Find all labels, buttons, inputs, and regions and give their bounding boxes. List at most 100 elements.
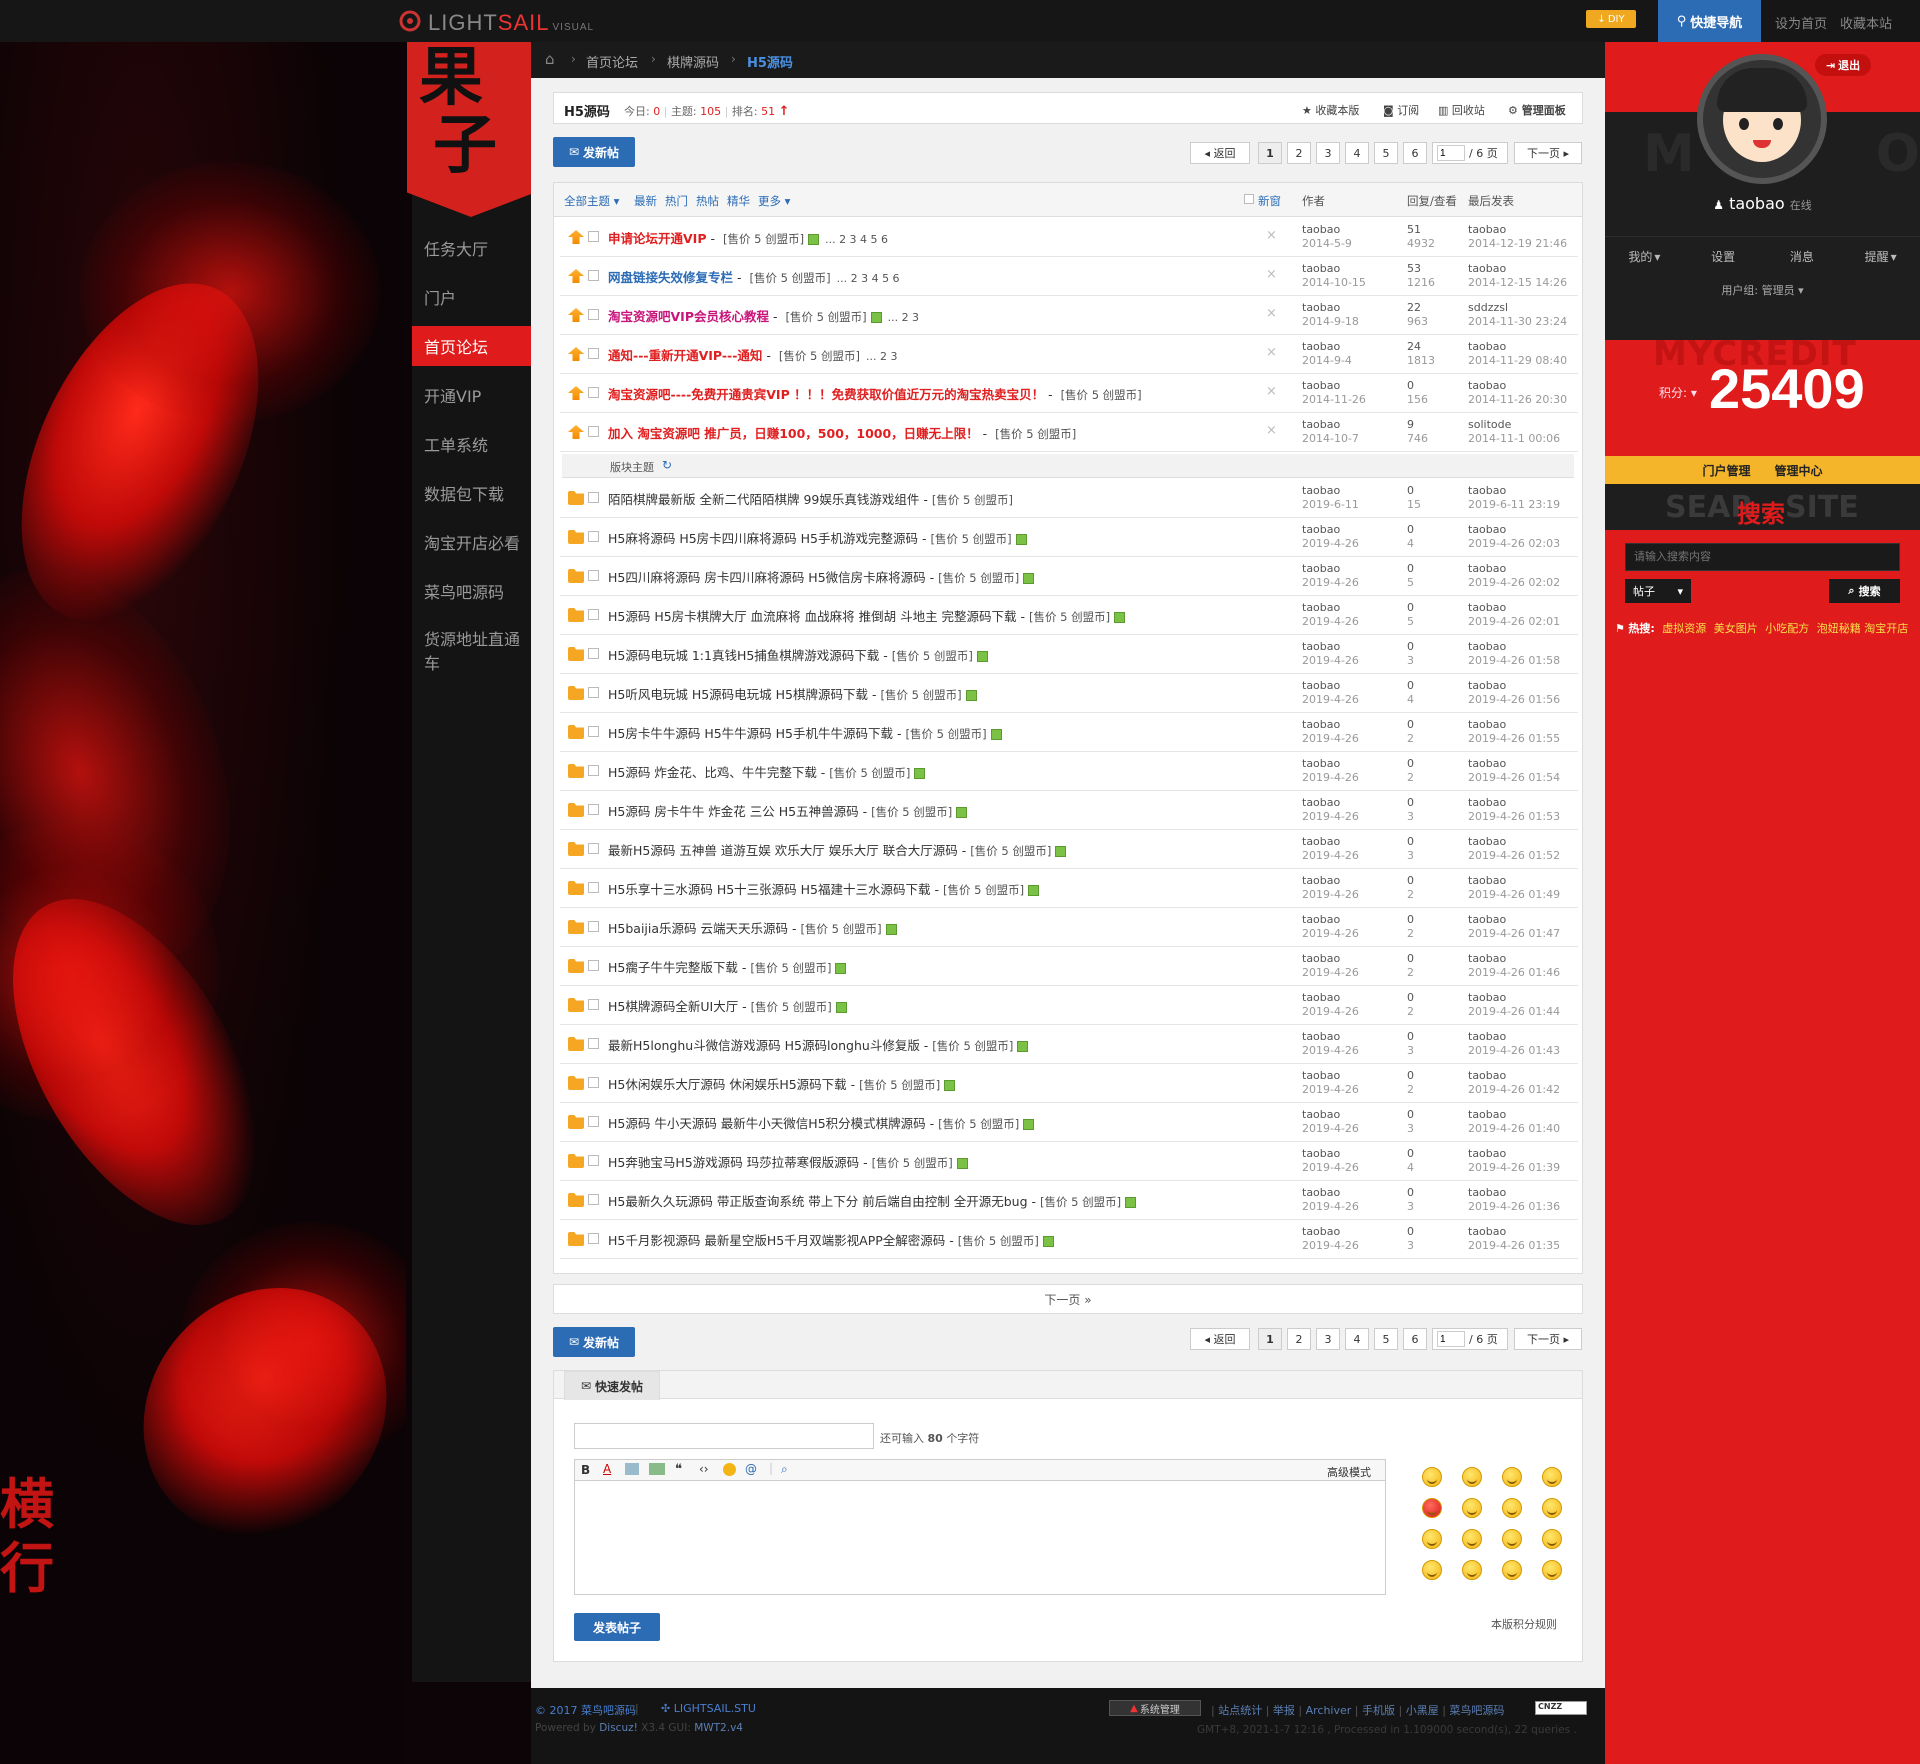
new-post-button[interactable]: ✉ 发新帖 — [553, 137, 635, 167]
thread-title-link[interactable]: H5休闲娱乐大厅源码 休闲娱乐H5源码下载 — [608, 1077, 847, 1092]
author-name[interactable]: taobao — [1302, 679, 1359, 693]
author-name[interactable]: taobao — [1302, 913, 1359, 927]
table-row[interactable]: 通知---重新开通VIP---通知 - [售价 5 创盟币]... 2 3 × ta… — [560, 335, 1578, 374]
last-post-user[interactable]: taobao — [1468, 262, 1567, 276]
last-post-time[interactable]: 2019-4-26 01:46 — [1468, 966, 1560, 980]
footer-brand[interactable]: ✣ LIGHTSAIL.STU — [661, 1702, 756, 1715]
author-name[interactable]: taobao — [1302, 952, 1359, 966]
table-row[interactable]: 最新H5longhu斗微信游戏源码 H5源码longhu斗修复版 - [售价 5… — [560, 1025, 1578, 1064]
search-button[interactable]: ⌕ 搜索 — [1829, 579, 1900, 603]
emoji-sad-icon[interactable] — [1462, 1467, 1482, 1487]
footer-archiver-link[interactable]: Archiver — [1306, 1704, 1352, 1717]
emoji-happy-icon[interactable] — [1502, 1498, 1522, 1518]
last-post-time[interactable]: 2019-4-26 01:44 — [1468, 1005, 1560, 1019]
hot-search-link[interactable]: 泡妞秘籍 — [1817, 622, 1861, 635]
last-post-time[interactable]: 2014-12-15 14:26 — [1468, 276, 1567, 290]
sidebar-item-taobao[interactable]: 淘宝开店必看 — [412, 522, 531, 562]
last-post-user[interactable]: taobao — [1468, 679, 1560, 693]
pager-page-2[interactable]: 2 — [1287, 142, 1311, 164]
last-post-user[interactable]: taobao — [1468, 484, 1560, 498]
thread-title-link[interactable]: 淘宝资源吧----免费开通贵宾VIP ！！！免费获取价值近万元的淘宝热卖宝贝！ — [608, 387, 1044, 402]
table-row[interactable]: H5源码 牛小天源码 最新牛小天微信H5积分模式棋牌源码 - [售价 5 创盟币… — [560, 1103, 1578, 1142]
thread-title-link[interactable]: 陌陌棋牌最新版 全新二代陌陌棋牌 99娱乐真钱游戏组件 — [608, 492, 919, 507]
close-icon[interactable]: × — [1266, 384, 1277, 399]
last-post-user[interactable]: taobao — [1468, 757, 1560, 771]
author-name[interactable]: taobao — [1302, 640, 1359, 654]
last-post-user[interactable]: taobao — [1468, 562, 1560, 576]
user-name[interactable]: taobao — [1729, 194, 1785, 213]
last-post-time[interactable]: 2019-4-26 02:02 — [1468, 576, 1560, 590]
row-checkbox[interactable] — [588, 1194, 599, 1205]
table-row[interactable]: 申请论坛开通VIP - [售价 5 创盟币]... 2 3 4 5 6 × taob… — [560, 218, 1578, 257]
cnzz-badge[interactable]: CNZZ — [1535, 1701, 1587, 1715]
last-post-time[interactable]: 2014-11-1 00:06 — [1468, 432, 1560, 446]
close-icon[interactable]: × — [1266, 345, 1277, 360]
table-row[interactable]: H5休闲娱乐大厅源码 休闲娱乐H5源码下载 - [售价 5 创盟币] taobao… — [560, 1064, 1578, 1103]
pager-page-5[interactable]: 5 — [1374, 1328, 1398, 1350]
author-name[interactable]: taobao — [1302, 835, 1359, 849]
thread-page-links[interactable]: ... 2 3 4 5 6 — [837, 272, 900, 285]
row-checkbox[interactable] — [588, 492, 599, 503]
row-checkbox[interactable] — [588, 1155, 599, 1166]
admin-panel-link[interactable]: ⚙ 管理面板 — [1508, 102, 1566, 118]
emoji-laugh-icon[interactable] — [1542, 1498, 1562, 1518]
row-checkbox[interactable] — [588, 231, 599, 242]
pager-back-button[interactable]: ◂ 返回 — [1190, 142, 1250, 164]
emoji-tired-icon[interactable] — [1502, 1529, 1522, 1549]
row-checkbox[interactable] — [588, 921, 599, 932]
close-icon[interactable]: × — [1266, 228, 1277, 243]
thread-title-link[interactable]: H5乐享十三水源码 H5十三张源码 H5福建十三水源码下载 — [608, 882, 931, 897]
pager-back-button[interactable]: ◂ 返回 — [1190, 1328, 1250, 1350]
last-post-time[interactable]: 2019-4-26 01:55 — [1468, 732, 1560, 746]
last-post-user[interactable]: taobao — [1468, 340, 1567, 354]
attachment-icon[interactable]: ⌕ — [781, 1462, 788, 1477]
last-post-user[interactable]: taobao — [1468, 835, 1560, 849]
row-checkbox[interactable] — [588, 426, 599, 437]
user-menu-mine[interactable]: 我的 ▾ — [1605, 237, 1684, 276]
thread-title-link[interactable]: H5最新久久玩源码 带正版查询系统 带上下分 前后端自由控制 全开源无bug — [608, 1194, 1028, 1209]
thread-title-link[interactable]: 申请论坛开通VIP — [608, 231, 707, 246]
thread-title-link[interactable]: H5baijia乐源码 云端天天乐源码 — [608, 921, 788, 936]
table-row[interactable]: H5源码电玩城 1:1真钱H5捕鱼棋牌游戏源码下载 - [售价 5 创盟币] ta… — [560, 635, 1578, 674]
thread-title-link[interactable]: H5源码 炸金花、比鸡、牛牛完整下载 — [608, 765, 817, 780]
table-row[interactable]: 淘宝资源吧VIP会员核心教程 - [售价 5 创盟币]... 2 3 × taoba… — [560, 296, 1578, 335]
author-name[interactable]: taobao — [1302, 301, 1359, 315]
emoji-shy-icon[interactable] — [1422, 1529, 1442, 1549]
filter-hot[interactable]: 热门 — [665, 193, 688, 209]
search-type-select[interactable]: 帖子 ▾ — [1625, 579, 1691, 603]
thread-title-link[interactable]: H5奔驰宝马H5游戏源码 玛莎拉蒂寒假版源码 — [608, 1155, 859, 1170]
pager-input[interactable] — [1437, 145, 1465, 161]
last-post-user[interactable]: taobao — [1468, 379, 1567, 393]
author-name[interactable]: taobao — [1302, 601, 1359, 615]
filter-hot-posts[interactable]: 热帖 — [696, 193, 719, 209]
last-post-user[interactable]: taobao — [1468, 1069, 1560, 1083]
table-row[interactable]: 淘宝资源吧----免费开通贵宾VIP ！！！免费获取价值近万元的淘宝热卖宝贝！ … — [560, 374, 1578, 413]
post-title-input[interactable] — [574, 1423, 874, 1449]
thread-title-link[interactable]: H5源码电玩城 1:1真钱H5捕鱼棋牌游戏源码下载 — [608, 648, 879, 663]
hot-search-link[interactable]: 淘宝开店 — [1864, 622, 1908, 635]
close-icon[interactable]: × — [1266, 306, 1277, 321]
last-post-time[interactable]: 2019-4-26 01:58 — [1468, 654, 1560, 668]
emoji-angry-icon[interactable] — [1422, 1498, 1442, 1518]
filter-latest[interactable]: 最新 — [634, 193, 657, 209]
row-checkbox[interactable] — [588, 960, 599, 971]
last-post-time[interactable]: 2019-4-26 01:49 — [1468, 888, 1560, 902]
author-name[interactable]: taobao — [1302, 1186, 1359, 1200]
emoji-smile-icon[interactable] — [1422, 1467, 1442, 1487]
user-menu-alerts[interactable]: 提醒 ▾ — [1841, 237, 1920, 276]
last-post-time[interactable]: 2019-4-26 01:43 — [1468, 1044, 1560, 1058]
author-name[interactable]: taobao — [1302, 562, 1359, 576]
advanced-mode-link[interactable]: 高级模式 — [1327, 1464, 1371, 1480]
last-post-user[interactable]: taobao — [1468, 952, 1560, 966]
row-checkbox[interactable] — [588, 1233, 599, 1244]
author-name[interactable]: taobao — [1302, 991, 1359, 1005]
author-name[interactable]: taobao — [1302, 484, 1359, 498]
last-post-user[interactable]: taobao — [1468, 1186, 1560, 1200]
gui-link[interactable]: MWT2.v4 — [694, 1722, 743, 1734]
thread-title-link[interactable]: H5听风电玩城 H5源码电玩城 H5棋牌源码下载 — [608, 687, 868, 702]
next-page-bar[interactable]: 下一页 » — [553, 1284, 1583, 1314]
footer-stats-link[interactable]: 站点统计 — [1218, 1704, 1262, 1717]
emoji-sweat-icon[interactable] — [1462, 1560, 1482, 1580]
sidebar-item-tasks[interactable]: 任务大厅 — [412, 228, 531, 268]
credit-label[interactable]: 积分: ▾ — [1659, 384, 1697, 401]
